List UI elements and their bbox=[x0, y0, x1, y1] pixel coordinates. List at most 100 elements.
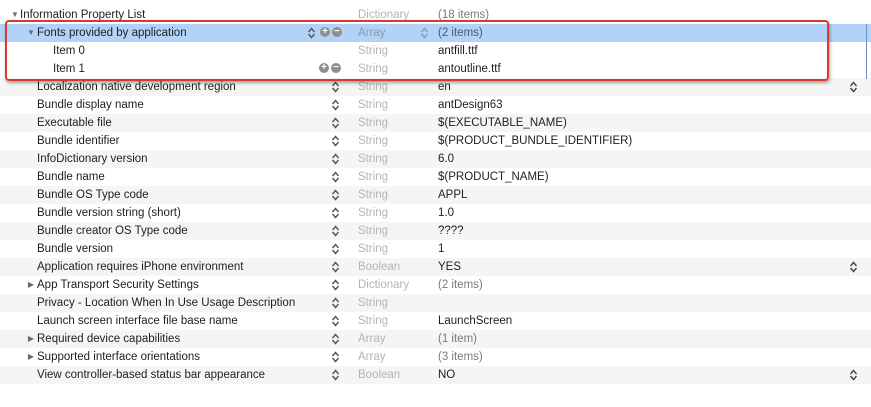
row-value[interactable]: (2 items) bbox=[438, 276, 483, 294]
key-stepper-icon[interactable] bbox=[331, 351, 340, 363]
row-key[interactable]: Bundle creator OS Type code bbox=[37, 222, 188, 240]
key-stepper-icon[interactable] bbox=[331, 99, 340, 111]
row-type[interactable]: String bbox=[358, 294, 388, 312]
row-key[interactable]: Bundle identifier bbox=[37, 132, 119, 150]
row-type[interactable]: String bbox=[358, 186, 388, 204]
remove-item-icon[interactable]: − bbox=[331, 63, 341, 73]
plist-row[interactable]: Launch screen interface file base name St… bbox=[0, 312, 871, 330]
plist-row[interactable]: View controller-based status bar appeara… bbox=[0, 366, 871, 384]
plist-row[interactable]: ▶ Supported interface orientations Array (3… bbox=[0, 348, 871, 366]
plist-row[interactable]: ▼ Fonts provided by application + − Array (2 … bbox=[0, 24, 871, 42]
value-stepper-icon[interactable] bbox=[849, 369, 858, 387]
row-type[interactable]: String bbox=[358, 114, 388, 132]
row-type[interactable]: Array bbox=[358, 330, 385, 348]
key-stepper-icon[interactable] bbox=[307, 27, 316, 39]
row-type[interactable]: String bbox=[358, 42, 388, 60]
key-stepper-icon[interactable] bbox=[331, 333, 340, 345]
plist-row[interactable]: Bundle version String 1 bbox=[0, 240, 871, 258]
row-key[interactable]: Launch screen interface file base name bbox=[37, 312, 238, 330]
plist-row[interactable]: Localization native development region St… bbox=[0, 78, 871, 96]
row-value[interactable]: $(EXECUTABLE_NAME) bbox=[438, 114, 567, 132]
plist-row[interactable]: Bundle display name String antDesign63 bbox=[0, 96, 871, 114]
plist-row[interactable]: Privacy - Location When In Use Usage Des… bbox=[0, 294, 871, 312]
row-value[interactable]: ???? bbox=[438, 222, 464, 240]
add-item-icon[interactable]: + bbox=[320, 27, 330, 37]
row-key[interactable]: Localization native development region bbox=[37, 78, 236, 96]
row-key[interactable]: Bundle name bbox=[37, 168, 105, 186]
row-value[interactable]: antDesign63 bbox=[438, 96, 503, 114]
row-type[interactable]: String bbox=[358, 204, 388, 222]
plist-row[interactable]: Bundle version string (short) String 1.0 bbox=[0, 204, 871, 222]
row-key[interactable]: View controller-based status bar appeara… bbox=[37, 366, 265, 384]
row-value[interactable]: (2 items) bbox=[438, 24, 483, 42]
disclosure-closed-icon[interactable]: ▶ bbox=[26, 348, 36, 366]
row-value[interactable]: 1.0 bbox=[438, 204, 454, 222]
disclosure-closed-icon[interactable]: ▶ bbox=[26, 330, 36, 348]
row-key[interactable]: Executable file bbox=[37, 114, 112, 132]
disclosure-closed-icon[interactable]: ▶ bbox=[26, 276, 36, 294]
key-stepper-icon[interactable] bbox=[331, 315, 340, 327]
row-type[interactable]: String bbox=[358, 132, 388, 150]
row-type[interactable]: Dictionary bbox=[358, 276, 409, 294]
row-value[interactable]: (3 items) bbox=[438, 348, 483, 366]
key-stepper-icon[interactable] bbox=[331, 369, 340, 381]
row-value[interactable]: LaunchScreen bbox=[438, 312, 512, 330]
row-key[interactable]: Privacy - Location When In Use Usage Des… bbox=[37, 294, 295, 312]
row-value[interactable]: $(PRODUCT_NAME) bbox=[438, 168, 549, 186]
row-type[interactable]: String bbox=[358, 240, 388, 258]
row-type[interactable]: String bbox=[358, 60, 388, 78]
row-key[interactable]: Bundle version string (short) bbox=[37, 204, 181, 222]
row-value[interactable]: 1 bbox=[438, 240, 444, 258]
key-stepper-icon[interactable] bbox=[331, 225, 340, 237]
plist-row[interactable]: Application requires iPhone environment B… bbox=[0, 258, 871, 276]
row-key[interactable]: Required device capabilities bbox=[37, 330, 180, 348]
row-key[interactable]: Application requires iPhone environment bbox=[37, 258, 243, 276]
disclosure-open-icon[interactable]: ▼ bbox=[10, 6, 20, 24]
remove-item-icon[interactable]: − bbox=[332, 27, 342, 37]
row-value[interactable]: (1 item) bbox=[438, 330, 477, 348]
key-stepper-icon[interactable] bbox=[331, 207, 340, 219]
plist-row[interactable]: ▶ App Transport Security Settings Dictiona… bbox=[0, 276, 871, 294]
row-type[interactable]: String bbox=[358, 222, 388, 240]
row-value[interactable]: antoutline.ttf bbox=[438, 60, 501, 78]
plist-row[interactable]: Item 1 + − String antoutline.ttf bbox=[0, 60, 871, 78]
row-type[interactable]: String bbox=[358, 312, 388, 330]
row-type[interactable]: String bbox=[358, 168, 388, 186]
key-stepper-icon[interactable] bbox=[331, 117, 340, 129]
row-key[interactable]: Bundle OS Type code bbox=[37, 186, 149, 204]
key-stepper-icon[interactable] bbox=[331, 153, 340, 165]
row-value[interactable]: en bbox=[438, 78, 451, 96]
row-key[interactable]: InfoDictionary version bbox=[37, 150, 148, 168]
row-key[interactable]: Fonts provided by application bbox=[37, 24, 187, 42]
row-value[interactable]: 6.0 bbox=[438, 150, 454, 168]
row-key[interactable]: Item 0 bbox=[53, 42, 85, 60]
plist-row[interactable]: Item 0 String antfill.ttf bbox=[0, 42, 871, 60]
row-value[interactable]: YES bbox=[438, 258, 461, 276]
key-stepper-icon[interactable] bbox=[331, 81, 340, 93]
row-value[interactable]: antfill.ttf bbox=[438, 42, 478, 60]
root-row[interactable]: ▼ Information Property List Dictionary (… bbox=[0, 6, 871, 24]
row-key[interactable]: Bundle display name bbox=[37, 96, 144, 114]
plist-row[interactable]: Bundle identifier String $(PRODUCT_BUNDLE_… bbox=[0, 132, 871, 150]
plist-row[interactable]: Bundle OS Type code String APPL bbox=[0, 186, 871, 204]
key-stepper-icon[interactable] bbox=[331, 279, 340, 291]
row-key[interactable]: Supported interface orientations bbox=[37, 348, 200, 366]
row-key[interactable]: Bundle version bbox=[37, 240, 113, 258]
key-stepper-icon[interactable] bbox=[331, 261, 340, 273]
key-stepper-icon[interactable] bbox=[331, 171, 340, 183]
plist-row[interactable]: InfoDictionary version String 6.0 bbox=[0, 150, 871, 168]
row-type[interactable]: String bbox=[358, 96, 388, 114]
row-value[interactable]: $(PRODUCT_BUNDLE_IDENTIFIER) bbox=[438, 132, 632, 150]
row-value[interactable]: NO bbox=[438, 366, 455, 384]
row-type[interactable]: String bbox=[358, 78, 388, 96]
plist-row[interactable]: Executable file String $(EXECUTABLE_NAME) bbox=[0, 114, 871, 132]
key-stepper-icon[interactable] bbox=[331, 189, 340, 201]
disclosure-open-icon[interactable]: ▼ bbox=[26, 24, 36, 42]
plist-row[interactable]: Bundle name String $(PRODUCT_NAME) bbox=[0, 168, 871, 186]
add-item-icon[interactable]: + bbox=[319, 63, 329, 73]
plist-row[interactable]: ▶ Required device capabilities Array (1 ite… bbox=[0, 330, 871, 348]
key-stepper-icon[interactable] bbox=[331, 297, 340, 309]
row-key[interactable]: Item 1 bbox=[53, 60, 85, 78]
row-type[interactable]: Boolean bbox=[358, 258, 400, 276]
row-value[interactable]: APPL bbox=[438, 186, 467, 204]
